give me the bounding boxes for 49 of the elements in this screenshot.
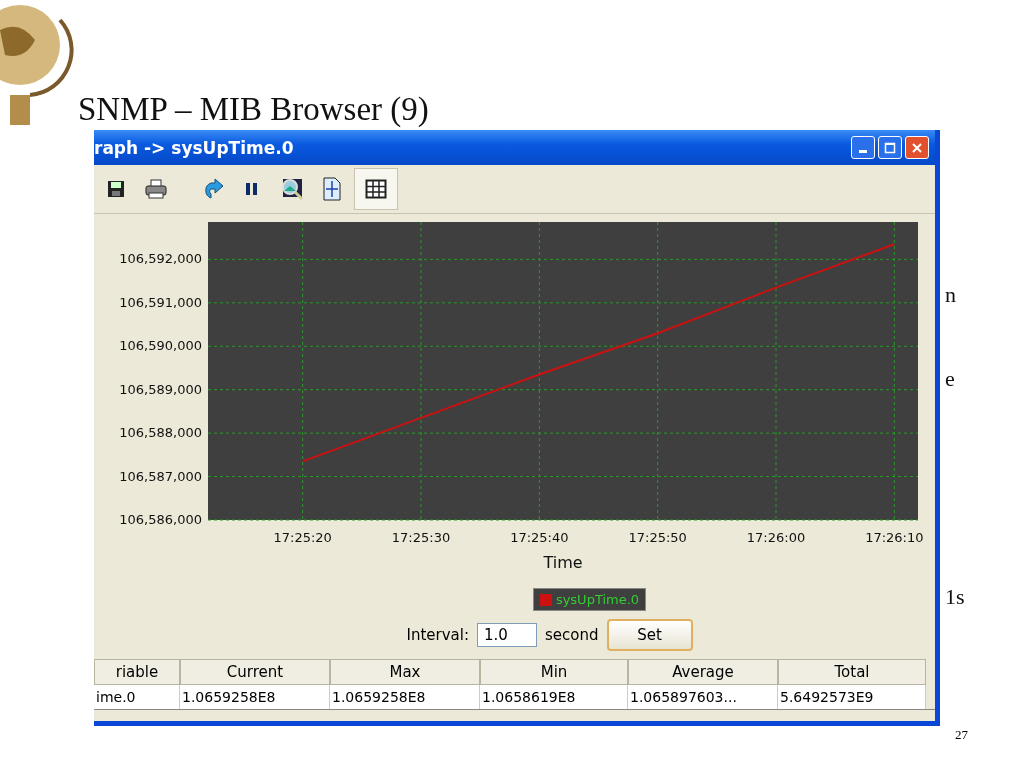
close-icon xyxy=(910,140,924,155)
table-cell: 1.0659258E8 xyxy=(330,685,480,709)
maximize-icon xyxy=(883,140,897,155)
y-axis-label: 106,591,000 xyxy=(119,294,202,310)
column-header[interactable]: Min xyxy=(480,659,628,685)
y-axis-label: 106,589,000 xyxy=(119,381,202,397)
column-header[interactable]: Max xyxy=(330,659,480,685)
table-cell: 5.6492573E9 xyxy=(778,685,926,709)
y-axis-label: 106,588,000 xyxy=(119,425,202,441)
table-cell: ime.0 xyxy=(94,685,180,709)
interval-field[interactable]: 1.0 xyxy=(477,623,537,647)
y-axis-label: 106,590,000 xyxy=(119,338,202,354)
x-axis-label: 17:25:40 xyxy=(510,530,569,545)
magnifier-icon xyxy=(280,177,304,201)
column-header[interactable]: Total xyxy=(778,659,926,685)
slide-title: SNMP – MIB Browser (9) xyxy=(78,91,429,128)
x-axis-label: 17:25:20 xyxy=(273,530,332,545)
printer-icon xyxy=(145,179,167,199)
column-header[interactable]: Current xyxy=(180,659,330,685)
unit-label: second xyxy=(545,626,599,644)
grid-button[interactable] xyxy=(354,168,398,210)
x-axis-label: 17:25:30 xyxy=(391,530,451,545)
x-axis-label: 17:26:10 xyxy=(865,530,924,545)
minimize-button[interactable] xyxy=(851,136,875,159)
table-cell: 1.0659258E8 xyxy=(180,685,330,709)
x-axis-label: 17:26:00 xyxy=(746,530,806,545)
minimize-icon xyxy=(859,150,867,153)
legend-label: sysUpTime.0 xyxy=(555,592,640,607)
interval-label: Interval: xyxy=(406,626,469,644)
page-number: 27 xyxy=(955,727,968,743)
y-axis-label: 106,592,000 xyxy=(119,251,202,267)
y-axis-label: 106,587,000 xyxy=(119,468,202,484)
slide-text-fragment: n xyxy=(945,282,956,308)
slide-text-fragment: e xyxy=(945,366,955,392)
column-header[interactable]: Average xyxy=(628,659,778,685)
maximize-button[interactable] xyxy=(878,136,902,159)
table-cell: 1.065897603... xyxy=(628,685,778,709)
pause-icon xyxy=(245,181,259,197)
window-title: raph -> sysUpTime.0 xyxy=(94,137,294,158)
set-button[interactable]: Set xyxy=(606,619,693,651)
table-cell: 1.0658619E8 xyxy=(480,685,628,709)
y-axis-label: 106,586,000 xyxy=(119,512,202,527)
column-header[interactable]: riable xyxy=(94,659,180,685)
x-axis-title: Time xyxy=(543,553,583,572)
close-button[interactable] xyxy=(905,136,929,159)
page-arrows-icon xyxy=(322,177,342,201)
x-axis-label: 17:25:50 xyxy=(628,530,687,545)
grid-icon xyxy=(365,179,387,199)
slide-text-fragment: 1s xyxy=(945,584,965,610)
